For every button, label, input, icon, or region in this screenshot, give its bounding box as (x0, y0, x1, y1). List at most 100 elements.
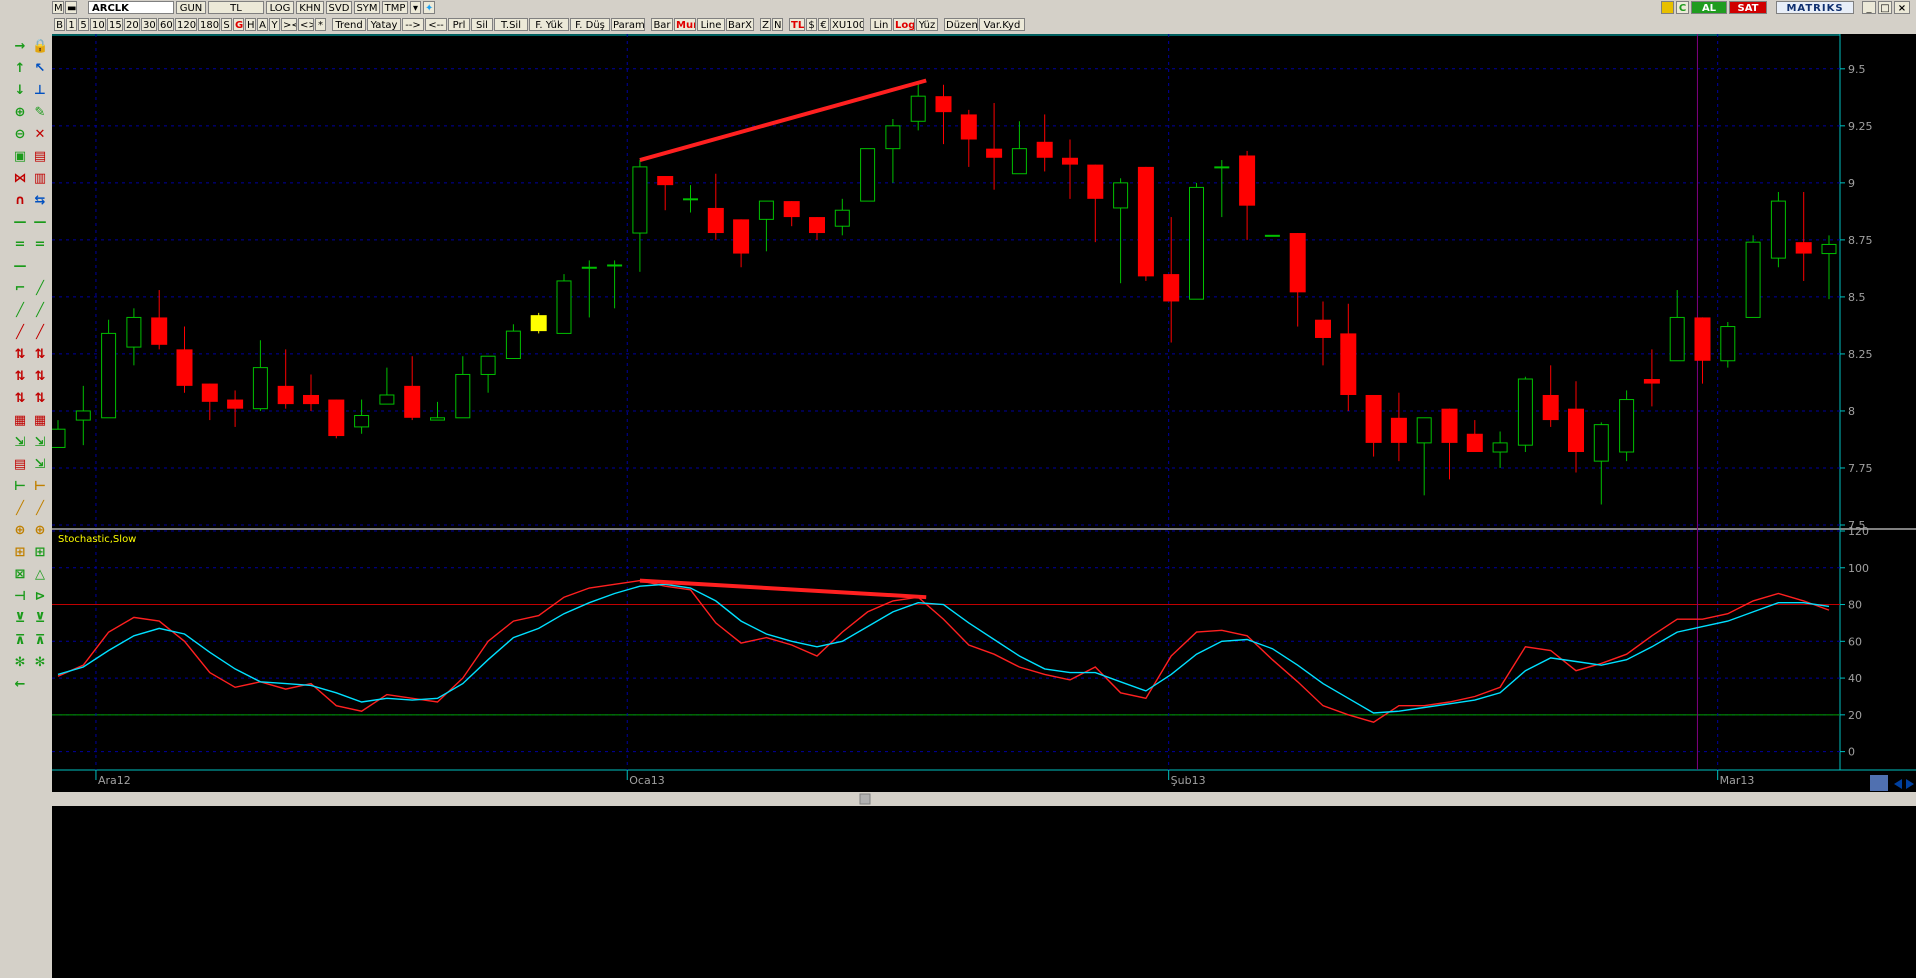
drawing-tool-icon[interactable]: ⇅ (12, 369, 28, 385)
toolbar-button[interactable]: 120 (175, 18, 197, 31)
toolbar-button[interactable]: 20 (124, 18, 140, 31)
drawing-tool-icon[interactable]: = (12, 237, 28, 253)
toolbar-button[interactable]: Mum (674, 18, 696, 31)
toolbar-button[interactable]: Log (893, 18, 915, 31)
toolbar-button[interactable]: Param (611, 18, 645, 31)
yellow-icon[interactable] (1661, 1, 1674, 14)
drawing-tool-icon[interactable]: ⊳ (32, 589, 48, 605)
toolbar-button[interactable]: XU100 (830, 18, 864, 31)
toolbar-button[interactable]: <> (298, 18, 314, 31)
toolbar-button[interactable]: Düzen (944, 18, 978, 31)
khn-button[interactable]: KHN (296, 1, 324, 14)
drawing-tool-icon[interactable]: ╱ (32, 281, 48, 297)
toolbar-button[interactable]: 60 (158, 18, 174, 31)
drawing-tool-icon[interactable]: 🔒 (32, 39, 48, 55)
drawing-tool-icon[interactable]: ⇲ (32, 435, 48, 451)
drawing-tool-icon[interactable]: ╱ (32, 303, 48, 319)
toolbar-button[interactable]: A (257, 18, 268, 31)
drawing-tool-icon[interactable]: ▤ (32, 149, 48, 165)
drawing-tool-icon[interactable]: = (32, 237, 48, 253)
drawing-tool-icon[interactable]: ╱ (12, 501, 28, 517)
toolbar-button[interactable]: B (54, 18, 65, 31)
toolbar-button[interactable]: T.Sil (494, 18, 528, 31)
drawing-tool-icon[interactable]: ∩ (12, 193, 28, 209)
window-close-button[interactable]: × (1894, 1, 1910, 14)
drawing-tool-icon[interactable]: ⊠ (12, 567, 28, 583)
drawing-tool-icon[interactable]: ✻ (12, 655, 28, 671)
drawing-tool-icon[interactable]: ╱ (12, 303, 28, 319)
drawing-tool-icon[interactable]: ⇅ (32, 369, 48, 385)
drawing-tool-icon[interactable]: → (12, 39, 28, 55)
drawing-tool-icon[interactable]: ╱ (32, 325, 48, 341)
minimize-icon[interactable]: ▬ (65, 1, 77, 14)
symbol-field[interactable]: ARCLK (88, 1, 174, 14)
toolbar-button[interactable]: Var.Kyd (979, 18, 1025, 31)
drawing-tool-icon[interactable]: ⊢ (12, 479, 28, 495)
toolbar-button[interactable]: 180 (198, 18, 220, 31)
drawing-tool-icon[interactable]: ▦ (12, 413, 28, 429)
toolbar-button[interactable]: F. Yük (529, 18, 569, 31)
toolbar-button[interactable]: S (221, 18, 232, 31)
toolbar-button[interactable]: 10 (90, 18, 106, 31)
twitter-icon[interactable]: ✦ (423, 1, 435, 14)
drawing-tool-icon[interactable]: ⊖ (12, 127, 28, 143)
toolbar-button[interactable]: N (772, 18, 783, 31)
drawing-tool-icon[interactable]: ⋈ (12, 171, 28, 187)
menu-button[interactable]: M (52, 1, 64, 14)
drawing-tool-icon[interactable]: ⊻ (32, 611, 48, 627)
drawing-tool-icon[interactable]: ⊥ (32, 83, 48, 99)
drawing-tool-icon[interactable]: ← (12, 677, 28, 693)
currency-select[interactable]: TL (208, 1, 264, 14)
window-maximize-button[interactable]: □ (1878, 1, 1892, 14)
toolbar-button[interactable]: Bar (651, 18, 673, 31)
toolbar-button[interactable]: 30 (141, 18, 157, 31)
toolbar-button[interactable]: Z (760, 18, 771, 31)
toolbar-button[interactable]: Lin (870, 18, 892, 31)
toolbar-button[interactable]: Yatay (367, 18, 401, 31)
c-icon[interactable]: C (1676, 1, 1689, 14)
drawing-tool-icon[interactable]: ✻ (32, 655, 48, 671)
drawing-tool-icon[interactable]: ↑ (12, 61, 28, 77)
toolbar-button[interactable]: Line (697, 18, 725, 31)
toolbar-button[interactable]: 15 (107, 18, 123, 31)
toolbar-button[interactable]: * (315, 18, 326, 31)
drawing-tool-icon[interactable]: ↓ (12, 83, 28, 99)
drawing-tool-icon[interactable]: ⊢ (32, 479, 48, 495)
drawing-tool-icon[interactable]: △ (32, 567, 48, 583)
svd-button[interactable]: SVD (326, 1, 352, 14)
drawing-tool-icon[interactable]: ⇅ (12, 391, 28, 407)
drawing-tool-icon[interactable]: ✕ (32, 127, 48, 143)
log-button[interactable]: LOG (266, 1, 294, 14)
buy-button[interactable]: AL (1691, 1, 1727, 14)
toolbar-button[interactable]: F. Düş (570, 18, 610, 31)
drawing-tool-icon[interactable]: ⇅ (32, 391, 48, 407)
period-select[interactable]: GUN (176, 1, 206, 14)
drawing-tool-icon[interactable]: ⇅ (12, 347, 28, 363)
window-minimize-button[interactable]: _ (1862, 1, 1876, 14)
toolbar-button[interactable]: TL (789, 18, 805, 31)
toolbar-button[interactable]: Y (269, 18, 280, 31)
toolbar-button[interactable]: <-- (425, 18, 447, 31)
toolbar-button[interactable]: Yüz (916, 18, 938, 31)
drawing-tool-icon[interactable]: ▥ (32, 171, 48, 187)
chart-svg[interactable]: 9.59.2598.758.58.2587.757.51201008060402… (52, 34, 1916, 978)
dropdown-icon[interactable]: ▾ (410, 1, 421, 14)
drawing-tool-icon[interactable]: ⊞ (32, 545, 48, 561)
drawing-tool-icon[interactable]: ▦ (32, 413, 48, 429)
drawing-tool-icon[interactable]: ⇲ (32, 457, 48, 473)
toolbar-button[interactable]: Sil (471, 18, 493, 31)
drawing-tool-icon[interactable]: ⇆ (32, 193, 48, 209)
toolbar-button[interactable]: H (245, 18, 256, 31)
drawing-tool-icon[interactable]: ▣ (12, 149, 28, 165)
drawing-tool-icon[interactable] (32, 259, 48, 275)
drawing-tool-icon[interactable]: ╱ (12, 325, 28, 341)
drawing-tool-icon[interactable]: ⊼ (32, 633, 48, 649)
drawing-tool-icon[interactable]: — (32, 215, 48, 231)
drawing-tool-icon[interactable]: ⊻ (12, 611, 28, 627)
drawing-tool-icon[interactable]: — (12, 259, 28, 275)
toolbar-button[interactable]: >< (281, 18, 297, 31)
toolbar-button[interactable]: $ (806, 18, 817, 31)
drawing-tool-icon[interactable]: ⊕ (12, 105, 28, 121)
drawing-tool-icon[interactable]: ⊣ (12, 589, 28, 605)
drawing-tool-icon[interactable]: ↖ (32, 61, 48, 77)
